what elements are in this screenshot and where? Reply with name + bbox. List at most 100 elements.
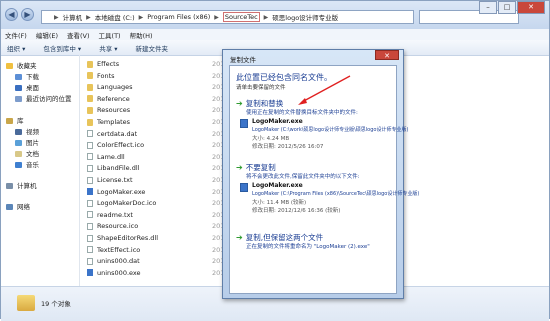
- crumb-program-files[interactable]: Program Files (x86): [147, 13, 210, 21]
- file-icon: [87, 130, 93, 138]
- file-row[interactable]: unins000.exe 2016: [87, 268, 229, 278]
- file-row[interactable]: License.txt 2016: [87, 175, 229, 185]
- option1-path: LogoMaker (C:\work\硕思logo设计师专业版\硕思logo设计…: [252, 127, 409, 133]
- file-row[interactable]: Reference 2016: [87, 94, 229, 104]
- forward-button[interactable]: ▶: [21, 8, 34, 21]
- green-arrow-icon: ➔: [236, 233, 243, 242]
- folder-icon: [87, 118, 93, 126]
- title-bar: ◀ ▶ ▶ 计算机 ▶ 本地磁盘 (C:) ▶ Program Files (x…: [1, 1, 549, 29]
- file-icon: [87, 199, 93, 207]
- file-name: Resources: [97, 106, 131, 115]
- close-button[interactable]: ✕: [517, 1, 545, 14]
- file-name: Languages: [97, 83, 133, 92]
- sidebar-item-videos[interactable]: 视频: [15, 128, 39, 137]
- folder-icon: [87, 83, 93, 91]
- file-row[interactable]: LogoMaker.exe 2016: [87, 187, 229, 197]
- file-icon: [87, 222, 93, 230]
- file-row[interactable]: unins000.dat 2016: [87, 256, 229, 266]
- file-name: LibandFile.dll: [97, 164, 140, 173]
- file-row[interactable]: Lame.dll 2016: [87, 152, 229, 162]
- file-row[interactable]: Fonts 2016: [87, 71, 229, 81]
- file-icon: [87, 176, 93, 184]
- file-row[interactable]: LogoMakerDoc.ico 2016: [87, 198, 229, 208]
- address-bar[interactable]: ▶ 计算机 ▶ 本地磁盘 (C:) ▶ Program Files (x86) …: [41, 10, 414, 24]
- sidebar-item-pictures[interactable]: 图片: [15, 139, 39, 148]
- folder-icon: [87, 95, 93, 103]
- crumb-drive[interactable]: 本地磁盘 (C:): [95, 12, 135, 22]
- network-icon: [6, 204, 13, 210]
- file-row[interactable]: Effects 2016: [87, 59, 229, 69]
- back-button[interactable]: ◀: [5, 8, 18, 21]
- file-name: Templates: [97, 118, 131, 126]
- file-row[interactable]: readme.txt 2016: [87, 210, 229, 220]
- file-name: TextEffect.ico: [97, 245, 141, 254]
- crumb-logo-folder[interactable]: 硕思logo设计师专业版: [272, 12, 338, 22]
- menu-edit[interactable]: 编辑(E): [36, 30, 58, 40]
- dialog-close-button[interactable]: ✕: [375, 50, 399, 60]
- file-row[interactable]: Resources 2016: [87, 105, 229, 115]
- include-in-library-button[interactable]: 包含到库中 ▾: [43, 43, 81, 53]
- folder-icon: [87, 106, 93, 114]
- file-icon: [87, 234, 93, 242]
- file-name: ColorEffect.ico: [97, 141, 145, 150]
- organize-button[interactable]: 组织 ▾: [7, 43, 25, 53]
- maximize-button[interactable]: □: [498, 1, 516, 14]
- navigation-pane: 收藏夹 下载 桌面 最近访问的位置 库 视频 图片 文档 音乐 计算机 网络: [1, 55, 80, 286]
- sidebar-item-desktop[interactable]: 桌面: [15, 84, 39, 93]
- share-button[interactable]: 共享 ▾: [99, 43, 117, 53]
- sidebar-item-music[interactable]: 音乐: [15, 161, 39, 170]
- folder-icon: [87, 72, 93, 80]
- option1-description: 使用正在复制的文件替换目标文件夹中的文件:: [246, 110, 358, 116]
- option2-modified: 修改日期: 2012/12/6 16:36 (较新): [252, 208, 341, 214]
- file-row[interactable]: Languages 2016: [87, 82, 229, 92]
- file-icon: [87, 164, 93, 172]
- menu-view[interactable]: 查看(V): [67, 30, 90, 40]
- sidebar-item-downloads[interactable]: 下载: [15, 73, 39, 82]
- green-arrow-icon: ➔: [236, 163, 243, 172]
- file-icon: [87, 141, 93, 149]
- exe-file-icon: [240, 119, 248, 128]
- sidebar-libraries[interactable]: 库: [6, 117, 24, 126]
- file-row[interactable]: Templates 2016: [87, 117, 229, 127]
- file-row[interactable]: TextEffect.ico 2016: [87, 245, 229, 255]
- file-icon: [87, 211, 93, 219]
- sidebar-network[interactable]: 网络: [6, 203, 30, 212]
- exe-file-icon: [240, 183, 248, 192]
- file-name: ShapeEditorRes.dll: [97, 234, 159, 242]
- file-name: LogoMaker.exe: [97, 187, 146, 196]
- sidebar-item-recent[interactable]: 最近访问的位置: [15, 95, 72, 104]
- option3-description: 正在复制的文件将重命名为 "LogoMaker (2).exe": [246, 244, 370, 250]
- menu-file[interactable]: 文件(F): [5, 30, 27, 40]
- sidebar-computer[interactable]: 计算机: [6, 182, 37, 191]
- new-folder-button[interactable]: 新建文件夹: [136, 43, 169, 53]
- minimize-button[interactable]: –: [479, 1, 497, 14]
- file-row[interactable]: Resource.ico 2016: [87, 221, 229, 231]
- annotation-arrow: [298, 75, 351, 105]
- file-name: Lame.dll: [97, 152, 125, 161]
- crumb-computer[interactable]: 计算机: [63, 12, 83, 22]
- crumb-sourcetec[interactable]: SourceTec: [222, 12, 260, 22]
- file-row[interactable]: ColorEffect.ico 2016: [87, 140, 229, 150]
- file-row[interactable]: certdata.dat 2016: [87, 129, 229, 139]
- file-name: Effects: [97, 60, 120, 68]
- sidebar-item-documents[interactable]: 文档: [15, 150, 39, 159]
- option2-path: LogoMaker (C:\Program Files (x86)\Source…: [252, 191, 420, 197]
- file-list: Effects 2016 Fonts 2016 Languages 2016 Referen…: [81, 55, 229, 286]
- file-name: certdata.dat: [97, 129, 138, 138]
- file-row[interactable]: LibandFile.dll 2016: [87, 163, 229, 173]
- menu-tools[interactable]: 工具(T): [99, 30, 121, 40]
- menu-help[interactable]: 帮助(H): [130, 30, 153, 40]
- application-icon: [87, 269, 93, 277]
- dialog-title: 复制文件: [230, 56, 256, 64]
- sidebar-favorites[interactable]: 收藏夹: [6, 62, 37, 71]
- computer-icon: [6, 183, 13, 189]
- download-folder-icon: [15, 74, 22, 80]
- option2-filename: LogoMaker.exe: [252, 182, 303, 189]
- file-name: Resource.ico: [97, 222, 139, 231]
- file-name: License.txt: [97, 176, 133, 184]
- file-row[interactable]: ShapeEditorRes.dll 2016: [87, 233, 229, 243]
- option1-filename: LogoMaker.exe: [252, 118, 303, 125]
- document-icon: [15, 151, 22, 157]
- file-name: unins000.exe: [97, 268, 141, 277]
- file-name: unins000.dat: [97, 257, 140, 266]
